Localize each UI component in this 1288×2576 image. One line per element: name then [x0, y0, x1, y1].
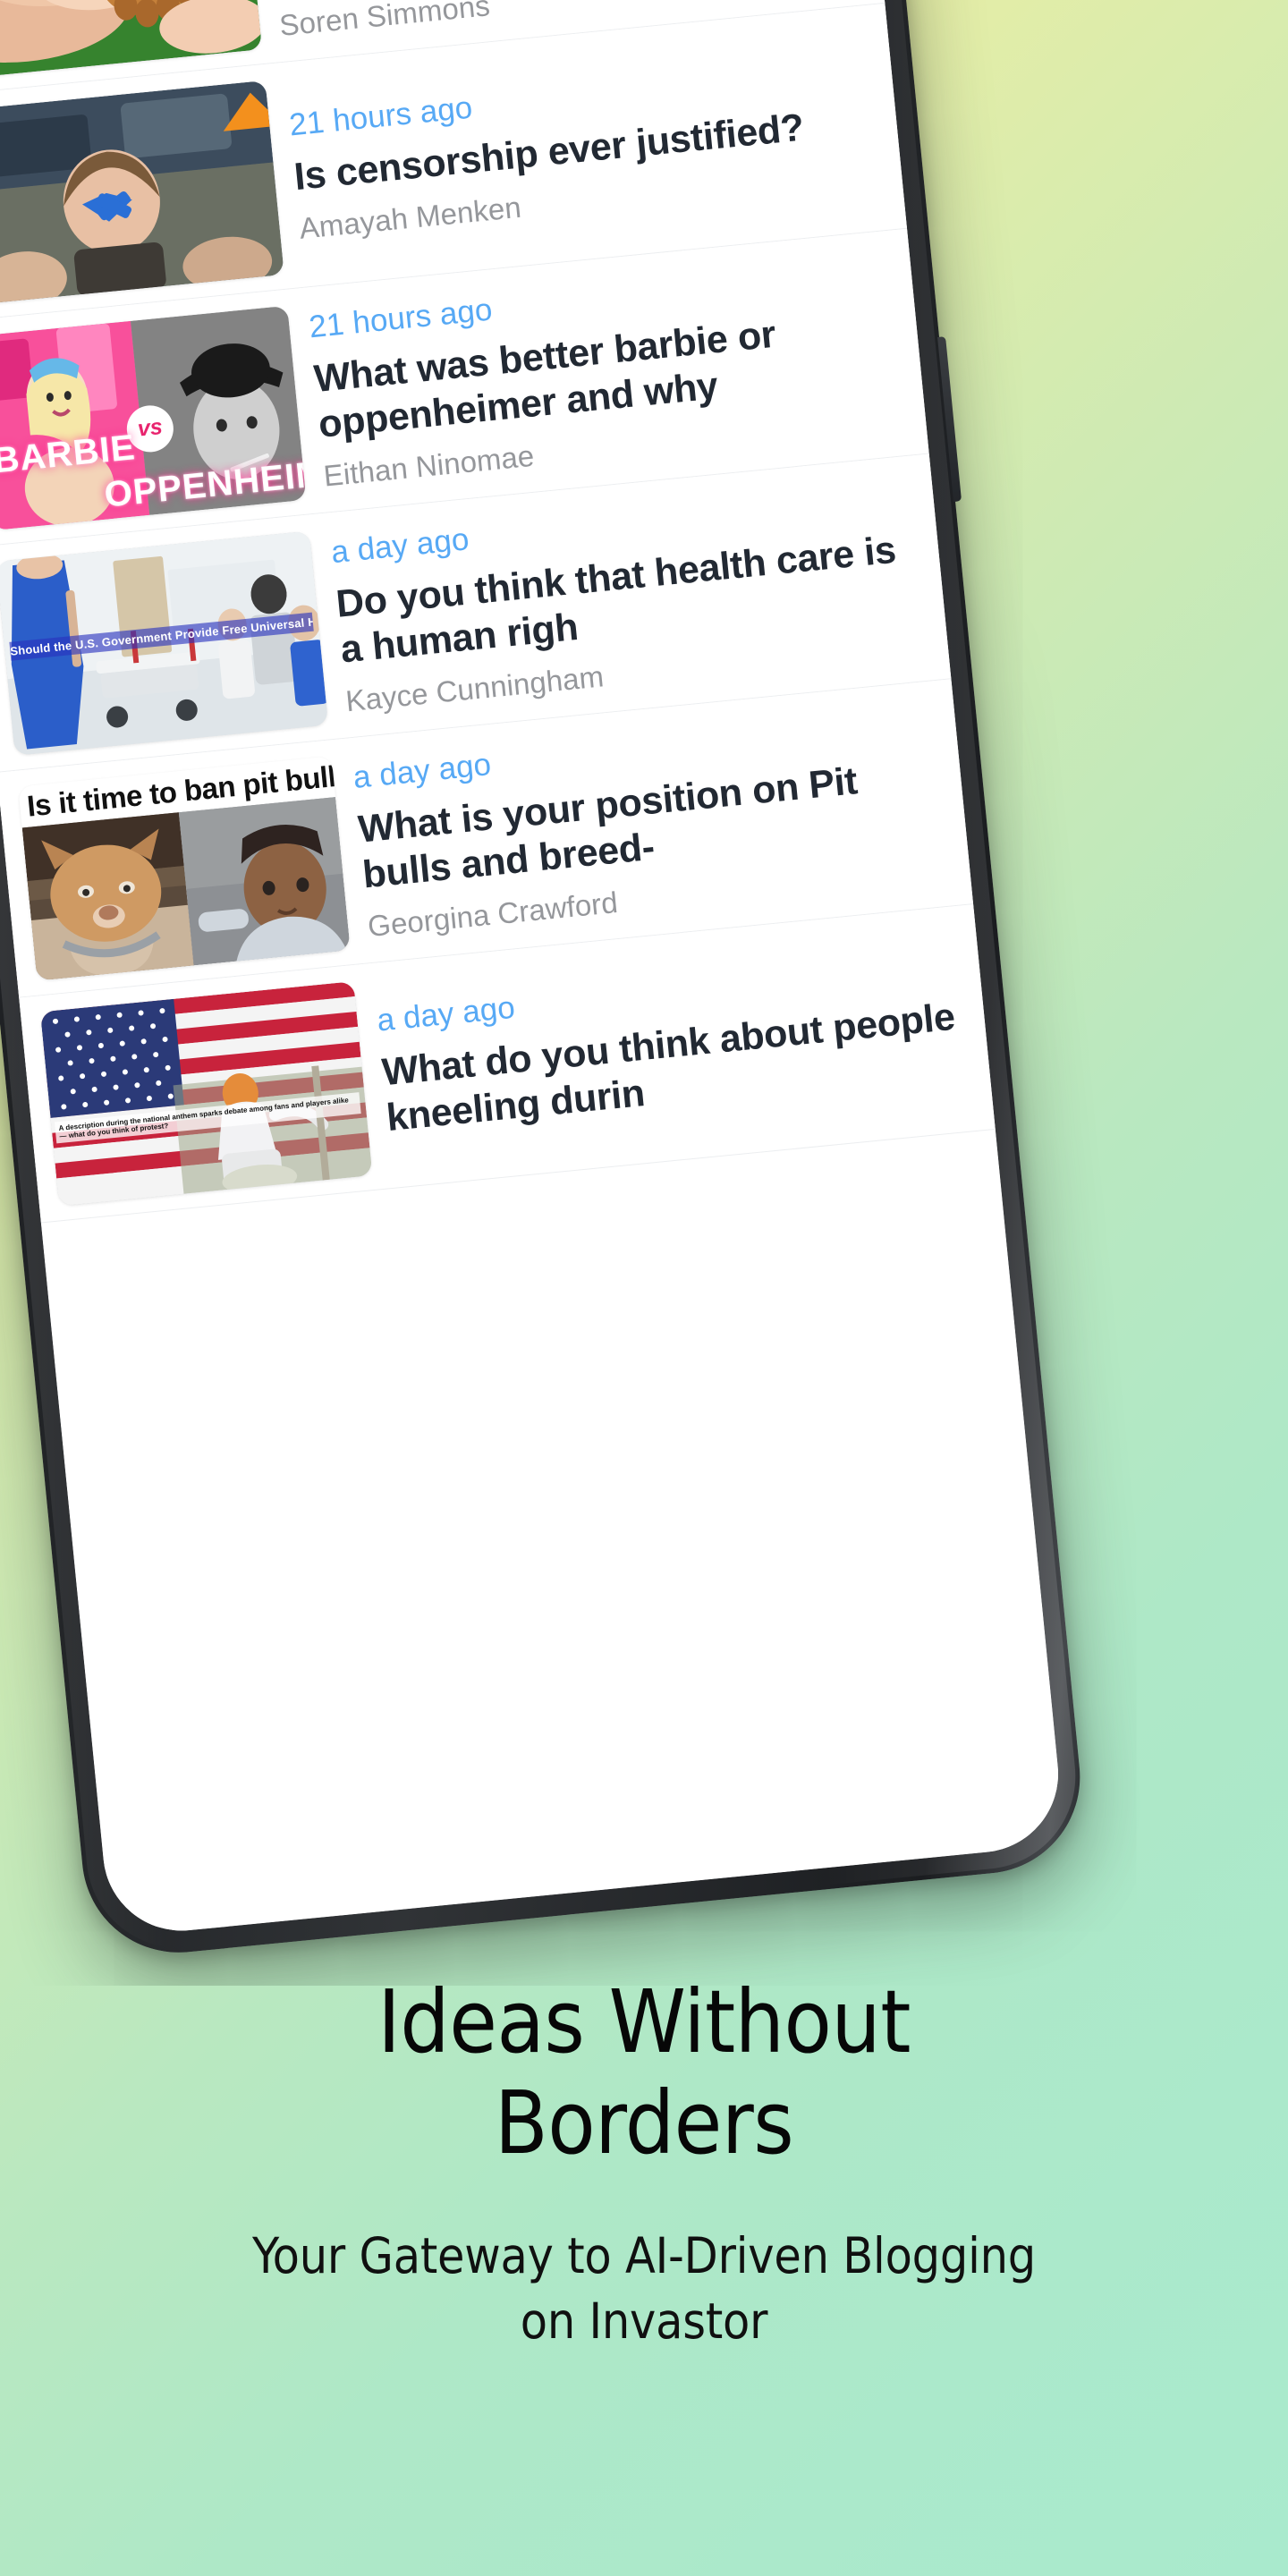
promo-subheadline: Your Gateway to AI-Driven Blogging on In… — [116, 2224, 1172, 2353]
promo-headline: Ideas Without Borders — [259, 1971, 1029, 2174]
post-text-block: a day ago What do you think about people… — [373, 922, 970, 1173]
post-text-block: a day ago What is your position on Pit b… — [351, 697, 948, 947]
post-thumbnail-barbie-vs-oppenheimer[interactable]: vs BARBIE OPPENHEIMER — [0, 305, 307, 530]
promo-subheadline-line2: on Invastor — [520, 2292, 768, 2350]
promo-caption-block: Ideas Without Borders Your Gateway to AI… — [0, 1971, 1288, 2353]
promo-subheadline-line1: Your Gateway to AI-Driven Blogging — [251, 2227, 1037, 2285]
phone-mockup-stage: Theodore Driscoll — [0, 0, 1288, 1986]
phone-device: Theodore Driscoll — [0, 0, 1089, 1962]
post-text-block: 21 hours ago What was better barbie or o… — [307, 247, 904, 497]
phone-screen: Theodore Driscoll — [0, 0, 1066, 1938]
post-thumbnail-flag-kneeling[interactable]: A description during the national anthem… — [39, 980, 373, 1207]
promo-headline-line1: Ideas Without — [377, 1971, 911, 2072]
post-thumbnail-censorship[interactable] — [0, 80, 284, 305]
blog-feed-list[interactable]: Theodore Driscoll — [0, 0, 1066, 1938]
post-text-block: a day ago Do you think that health care … — [329, 472, 927, 723]
promo-headline-line2: Borders — [494, 2072, 794, 2174]
post-thumbnail-pitbulls[interactable]: Is it time to ban pit bulls? — [18, 755, 351, 981]
post-text-block: 21 hours ago Is censorship ever justifie… — [284, 21, 882, 272]
post-thumbnail-healthcare[interactable]: Should the U.S. Government Provide Free … — [0, 530, 329, 756]
